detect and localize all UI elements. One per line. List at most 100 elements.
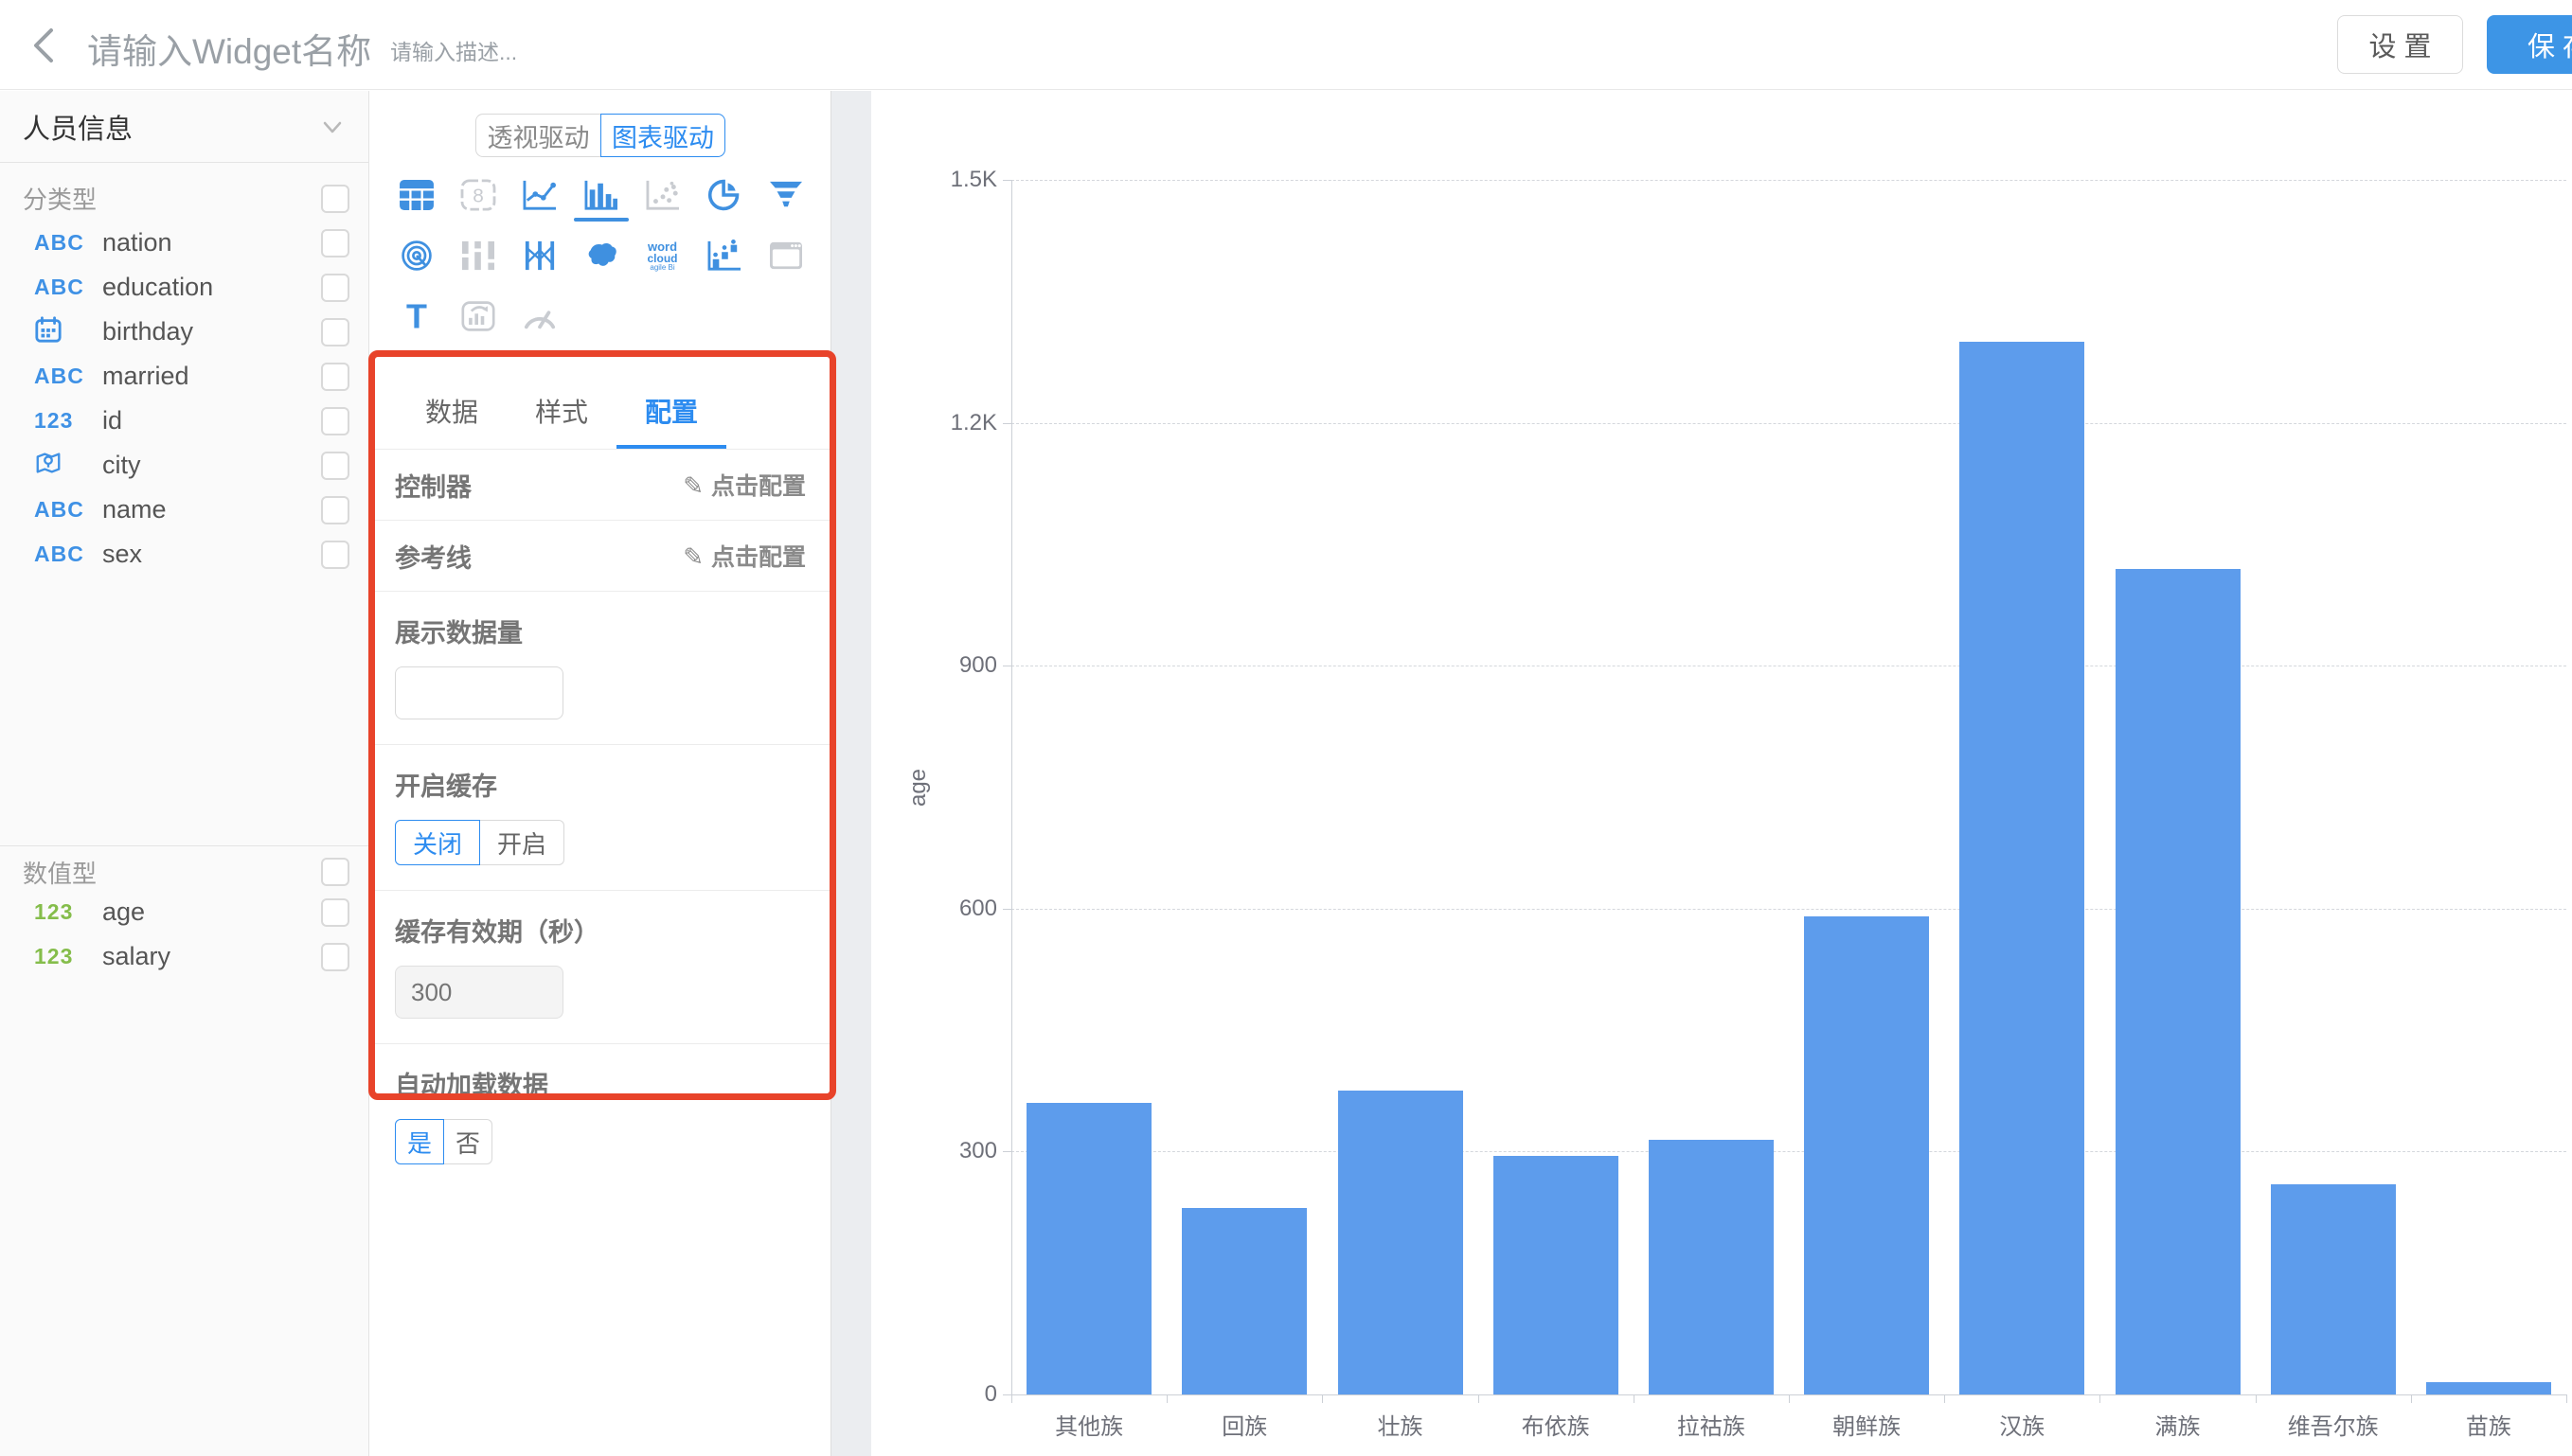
field-name-label: city	[102, 451, 321, 480]
y-axis-tick	[1003, 1151, 1011, 1152]
dataset-selector[interactable]: 人员信息	[0, 91, 368, 163]
reference-line-row: 参考线 ✎点击配置	[370, 521, 831, 592]
bar-苗族	[2426, 1382, 2551, 1394]
sidebar-field-birthday[interactable]: birthday	[0, 310, 368, 354]
tab-data[interactable]: 数据	[397, 379, 507, 449]
cache-expiry-label: 缓存有效期（秒）	[395, 912, 806, 949]
auto-load-no-button[interactable]: 否	[444, 1119, 492, 1164]
chart-type-pie-chart-icon[interactable]	[693, 178, 755, 233]
y-axis-title: age	[905, 768, 932, 806]
chart-type-funnel-icon[interactable]	[755, 178, 816, 233]
sidebar-field-name[interactable]: ABCname	[0, 488, 368, 532]
field-checkbox[interactable]	[321, 898, 349, 927]
chart-type-parallel-icon[interactable]	[509, 239, 570, 293]
field-checkbox[interactable]	[321, 496, 349, 524]
field-name-label: age	[102, 897, 321, 927]
chart-type-gauge-icon[interactable]	[509, 299, 570, 354]
controller-configure-link[interactable]: ✎点击配置	[683, 468, 806, 502]
field-name-label: married	[102, 362, 321, 391]
x-axis-tick	[1167, 1394, 1168, 1403]
pivot-drive-button[interactable]: 透视驱动	[475, 114, 600, 157]
save-button[interactable]: 保 存	[2487, 15, 2572, 74]
y-axis-tick-label: 1.5K	[907, 167, 997, 193]
field-checkbox[interactable]	[321, 452, 349, 480]
sidebar-field-salary[interactable]: 123salary	[0, 934, 368, 979]
chart-type-rich-text-icon[interactable]	[447, 299, 509, 354]
widget-config-panel: 透视驱动 图表驱动 8 word cloud agile Bi	[370, 91, 831, 1456]
x-axis-tick-label: 布依族	[1478, 1408, 1634, 1441]
sidebar-field-married[interactable]: ABCmarried	[0, 354, 368, 399]
svg-text:8: 8	[473, 186, 484, 207]
chart-drive-button[interactable]: 图表驱动	[600, 114, 725, 157]
bar-满族	[2116, 569, 2241, 1394]
sidebar-field-city[interactable]: city	[0, 443, 368, 488]
numeric-select-all-checkbox[interactable]	[321, 858, 349, 886]
map-pin-icon	[34, 449, 102, 483]
gridline	[1011, 180, 2566, 181]
cache-on-button[interactable]: 开启	[480, 820, 564, 865]
categorical-select-all-checkbox[interactable]	[321, 185, 349, 213]
widget-name-input[interactable]: 请输入Widget名称	[87, 23, 371, 74]
field-checkbox[interactable]	[321, 229, 349, 257]
chart-type-waterfall-icon[interactable]	[693, 239, 755, 293]
x-axis-tick-label: 壮族	[1322, 1408, 1477, 1441]
drive-mode-toggle: 透视驱动 图表驱动	[370, 114, 831, 157]
controller-row: 控制器 ✎点击配置	[370, 450, 831, 521]
text-type-icon: ABC	[34, 275, 102, 300]
sidebar-field-age[interactable]: 123age	[0, 890, 368, 934]
sidebar-field-sex[interactable]: ABCsex	[0, 532, 368, 577]
field-name-label: name	[102, 495, 321, 524]
chart-type-scatter-icon[interactable]	[632, 178, 693, 233]
bar-维吾尔族	[2271, 1184, 2396, 1394]
back-icon[interactable]	[25, 25, 66, 66]
x-axis-tick-label: 维吾尔族	[2256, 1408, 2411, 1441]
gridline	[1011, 1151, 2566, 1152]
settings-button[interactable]: 设 置	[2337, 15, 2463, 74]
sidebar-field-id[interactable]: 123id	[0, 399, 368, 443]
field-name-label: id	[102, 406, 321, 435]
field-checkbox[interactable]	[321, 318, 349, 346]
fields-sidebar: 人员信息 分类型 ABCnationABCeducation birthdayA…	[0, 91, 369, 1456]
field-checkbox[interactable]	[321, 274, 349, 302]
x-axis-tick	[1011, 1394, 1012, 1403]
tab-config[interactable]: 配置	[616, 379, 726, 449]
sidebar-field-nation[interactable]: ABCnation	[0, 221, 368, 265]
chart-type-word-cloud-icon[interactable]: word cloud agile Bi	[632, 239, 693, 293]
cache-expiry-input[interactable]	[395, 966, 563, 1019]
auto-load-row: 自动加载数据 是 否	[370, 1044, 831, 1189]
chart-type-map-icon[interactable]	[570, 239, 632, 293]
chart-type-iframe-icon[interactable]	[755, 239, 816, 293]
sidebar-field-education[interactable]: ABCeducation	[0, 265, 368, 310]
chart-type-scorecard-icon[interactable]: 8	[447, 178, 509, 233]
tab-style[interactable]: 样式	[507, 379, 616, 449]
chart-type-radar-icon[interactable]	[385, 239, 447, 293]
field-checkbox[interactable]	[321, 541, 349, 569]
field-checkbox[interactable]	[321, 363, 349, 391]
field-name-label: education	[102, 273, 321, 302]
auto-load-yes-button[interactable]: 是	[395, 1119, 444, 1164]
x-axis-tick	[1789, 1394, 1790, 1403]
edit-icon: ✎	[683, 542, 704, 571]
x-axis-tick	[2566, 1394, 2567, 1403]
chart-type-table-icon[interactable]	[385, 178, 447, 233]
x-axis-tick-label: 汉族	[1944, 1408, 2099, 1441]
display-count-input[interactable]	[395, 666, 563, 719]
dataset-name: 人员信息	[23, 107, 319, 147]
x-axis-tick	[1478, 1394, 1479, 1403]
number-type-icon: 123	[34, 944, 102, 969]
chart-type-bar-chart-icon[interactable]	[570, 178, 632, 233]
chart-type-line-chart-icon[interactable]	[509, 178, 570, 233]
chart-type-sankey-icon[interactable]	[447, 239, 509, 293]
auto-load-label: 自动加载数据	[395, 1065, 806, 1102]
y-axis-tick-label: 0	[907, 1381, 997, 1408]
field-checkbox[interactable]	[321, 943, 349, 971]
display-count-label: 展示数据量	[395, 613, 806, 649]
field-name-label: nation	[102, 228, 321, 257]
auto-load-toggle: 是 否	[395, 1119, 806, 1164]
field-checkbox[interactable]	[321, 407, 349, 435]
cache-off-button[interactable]: 关闭	[395, 820, 480, 865]
field-name-label: salary	[102, 942, 321, 971]
widget-description-input[interactable]: 请输入描述...	[390, 34, 517, 66]
chart-type-text-icon[interactable]: T	[385, 299, 447, 354]
reference-line-configure-link[interactable]: ✎点击配置	[683, 539, 806, 573]
